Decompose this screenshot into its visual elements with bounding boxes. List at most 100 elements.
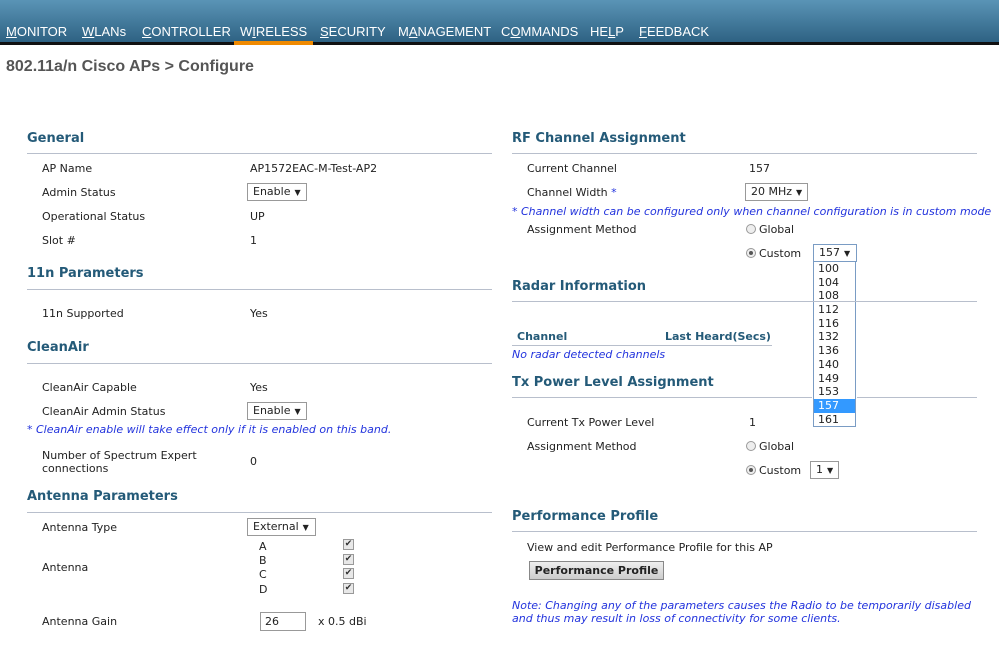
dropdown-arrow-icon: ▼ xyxy=(796,188,803,197)
slot-label: Slot # xyxy=(42,234,76,247)
tx-custom-radio[interactable]: Custom xyxy=(746,464,801,477)
tx-heading: Tx Power Level Assignment xyxy=(512,375,714,390)
nav-security[interactable]: SECURITY xyxy=(320,24,386,45)
antenna-c-checkbox[interactable]: ✔ xyxy=(343,568,354,579)
dropdown-arrow-icon: ▼ xyxy=(294,407,301,416)
radar-empty: No radar detected channels xyxy=(512,348,666,361)
oper-status-label: Operational Status xyxy=(42,210,146,223)
radio-icon xyxy=(746,224,756,234)
channel-width-label: Channel Width * xyxy=(527,186,617,199)
radio-icon xyxy=(746,441,756,451)
divider xyxy=(512,301,977,302)
divider xyxy=(27,512,492,513)
antenna-type-select[interactable]: External ▼ xyxy=(247,518,316,536)
spectrum-label-1: Number of Spectrum Expert xyxy=(42,449,197,462)
divider xyxy=(857,397,977,398)
divider xyxy=(512,397,812,398)
antenna-heading: Antenna Parameters xyxy=(27,489,178,504)
nav-wireless[interactable]: WIRELESS xyxy=(234,24,314,45)
current-channel-label: Current Channel xyxy=(527,162,617,175)
nav-monitor[interactable]: MONITOR xyxy=(6,24,67,45)
current-channel-value: 157 xyxy=(749,162,770,175)
tx-method-label: Assignment Method xyxy=(527,440,637,453)
11n-supported-label: 11n Supported xyxy=(42,307,124,320)
antenna-b-label: B xyxy=(259,554,267,567)
spectrum-value: 0 xyxy=(250,455,257,468)
tx-current-label: Current Tx Power Level xyxy=(527,416,655,429)
top-nav: MONITOR WLANs CONTROLLER WIRELESS SECURI… xyxy=(0,0,999,45)
antenna-gain-unit: x 0.5 dBi xyxy=(318,615,367,628)
channel-option[interactable]: 153 xyxy=(814,385,855,399)
radio-selected-icon xyxy=(746,465,756,475)
rf-custom-radio[interactable]: Custom xyxy=(746,247,801,260)
ap-name-label: AP Name xyxy=(42,162,93,175)
radar-col-heard: Last Heard(Secs) xyxy=(665,330,771,343)
admin-status-label: Admin Status xyxy=(42,186,116,199)
antenna-d-checkbox[interactable]: ✔ xyxy=(343,583,354,594)
divider xyxy=(512,153,977,154)
channel-option[interactable]: 100 xyxy=(814,262,855,276)
spectrum-label-2: connections xyxy=(42,462,109,475)
nav-management[interactable]: MANAGEMENT xyxy=(398,24,491,45)
channel-dropdown-list[interactable]: 100 104 108 112 116 132 136 140 149 153 157 161 xyxy=(813,261,856,428)
channel-option[interactable]: 136 xyxy=(814,344,855,358)
rf-global-radio[interactable]: Global xyxy=(746,223,794,236)
antenna-b-checkbox[interactable]: ✔ xyxy=(343,554,354,565)
cleanair-admin-select[interactable]: Enable ▼ xyxy=(247,402,307,420)
antenna-a-checkbox[interactable]: ✔ xyxy=(343,539,354,550)
antenna-d-label: D xyxy=(259,583,268,596)
oper-status-value: UP xyxy=(250,210,265,223)
channel-option[interactable]: 132 xyxy=(814,330,855,344)
nav-wlans[interactable]: WLANs xyxy=(82,24,126,45)
divider xyxy=(27,153,492,154)
divider xyxy=(512,345,772,346)
perf-text: View and edit Performance Profile for th… xyxy=(527,541,773,554)
dropdown-arrow-icon: ▼ xyxy=(827,466,834,475)
antenna-gain-label: Antenna Gain xyxy=(42,615,118,628)
channel-option[interactable]: 112 xyxy=(814,303,855,317)
antenna-a-label: A xyxy=(259,540,267,553)
cleanair-capable-label: CleanAir Capable xyxy=(42,381,137,394)
antenna-c-label: C xyxy=(259,568,267,581)
nav-controller[interactable]: CONTROLLER xyxy=(142,24,231,45)
radar-col-channel: Channel xyxy=(517,330,568,343)
antenna-type-label: Antenna Type xyxy=(42,521,118,534)
divider xyxy=(27,289,492,290)
nav-commands[interactable]: COMMANDS xyxy=(501,24,578,45)
antenna-gain-input[interactable]: 26 xyxy=(260,612,306,631)
performance-profile-button[interactable]: Performance Profile xyxy=(529,561,664,580)
cleanair-note: * CleanAir enable will take effect only … xyxy=(27,423,392,436)
divider xyxy=(27,363,492,364)
general-heading: General xyxy=(27,131,85,146)
channel-option[interactable]: 116 xyxy=(814,317,855,331)
nav-help[interactable]: HELP xyxy=(590,24,624,45)
channel-option[interactable]: 104 xyxy=(814,276,855,290)
channel-width-note: * Channel width can be configured only w… xyxy=(512,205,992,218)
tx-global-radio[interactable]: Global xyxy=(746,440,794,453)
dropdown-arrow-icon: ▼ xyxy=(844,249,851,258)
channel-option[interactable]: 161 xyxy=(814,413,855,427)
channel-option[interactable]: 157 xyxy=(814,398,855,413)
admin-status-select[interactable]: Enable ▼ xyxy=(247,183,307,201)
radio-selected-icon xyxy=(746,248,756,258)
slot-value: 1 xyxy=(250,234,257,247)
page-title: 802.11a/n Cisco APs > Configure xyxy=(6,58,254,75)
tx-custom-select[interactable]: 1 ▼ xyxy=(810,461,840,479)
11n-heading: 11n Parameters xyxy=(27,266,144,281)
rf-heading: RF Channel Assignment xyxy=(512,131,686,146)
channel-option[interactable]: 149 xyxy=(814,372,855,386)
nav-feedback[interactable]: FEEDBACK xyxy=(639,24,709,45)
tx-current-value: 1 xyxy=(749,416,756,429)
custom-channel-select[interactable]: 157 ▼ xyxy=(813,244,857,262)
perf-note-1: Note: Changing any of the parameters cau… xyxy=(512,599,971,612)
perf-note-2: and thus may result in loss of connectiv… xyxy=(512,612,841,625)
radar-heading: Radar Information xyxy=(512,279,647,294)
cleanair-admin-label: CleanAir Admin Status xyxy=(42,405,166,418)
cleanair-capable-value: Yes xyxy=(250,381,268,394)
dropdown-arrow-icon: ▼ xyxy=(294,188,301,197)
channel-option[interactable]: 140 xyxy=(814,358,855,372)
channel-width-select[interactable]: 20 MHz ▼ xyxy=(745,183,809,201)
rf-method-label: Assignment Method xyxy=(527,223,637,236)
antenna-label: Antenna xyxy=(42,561,89,574)
dropdown-arrow-icon: ▼ xyxy=(302,523,309,532)
